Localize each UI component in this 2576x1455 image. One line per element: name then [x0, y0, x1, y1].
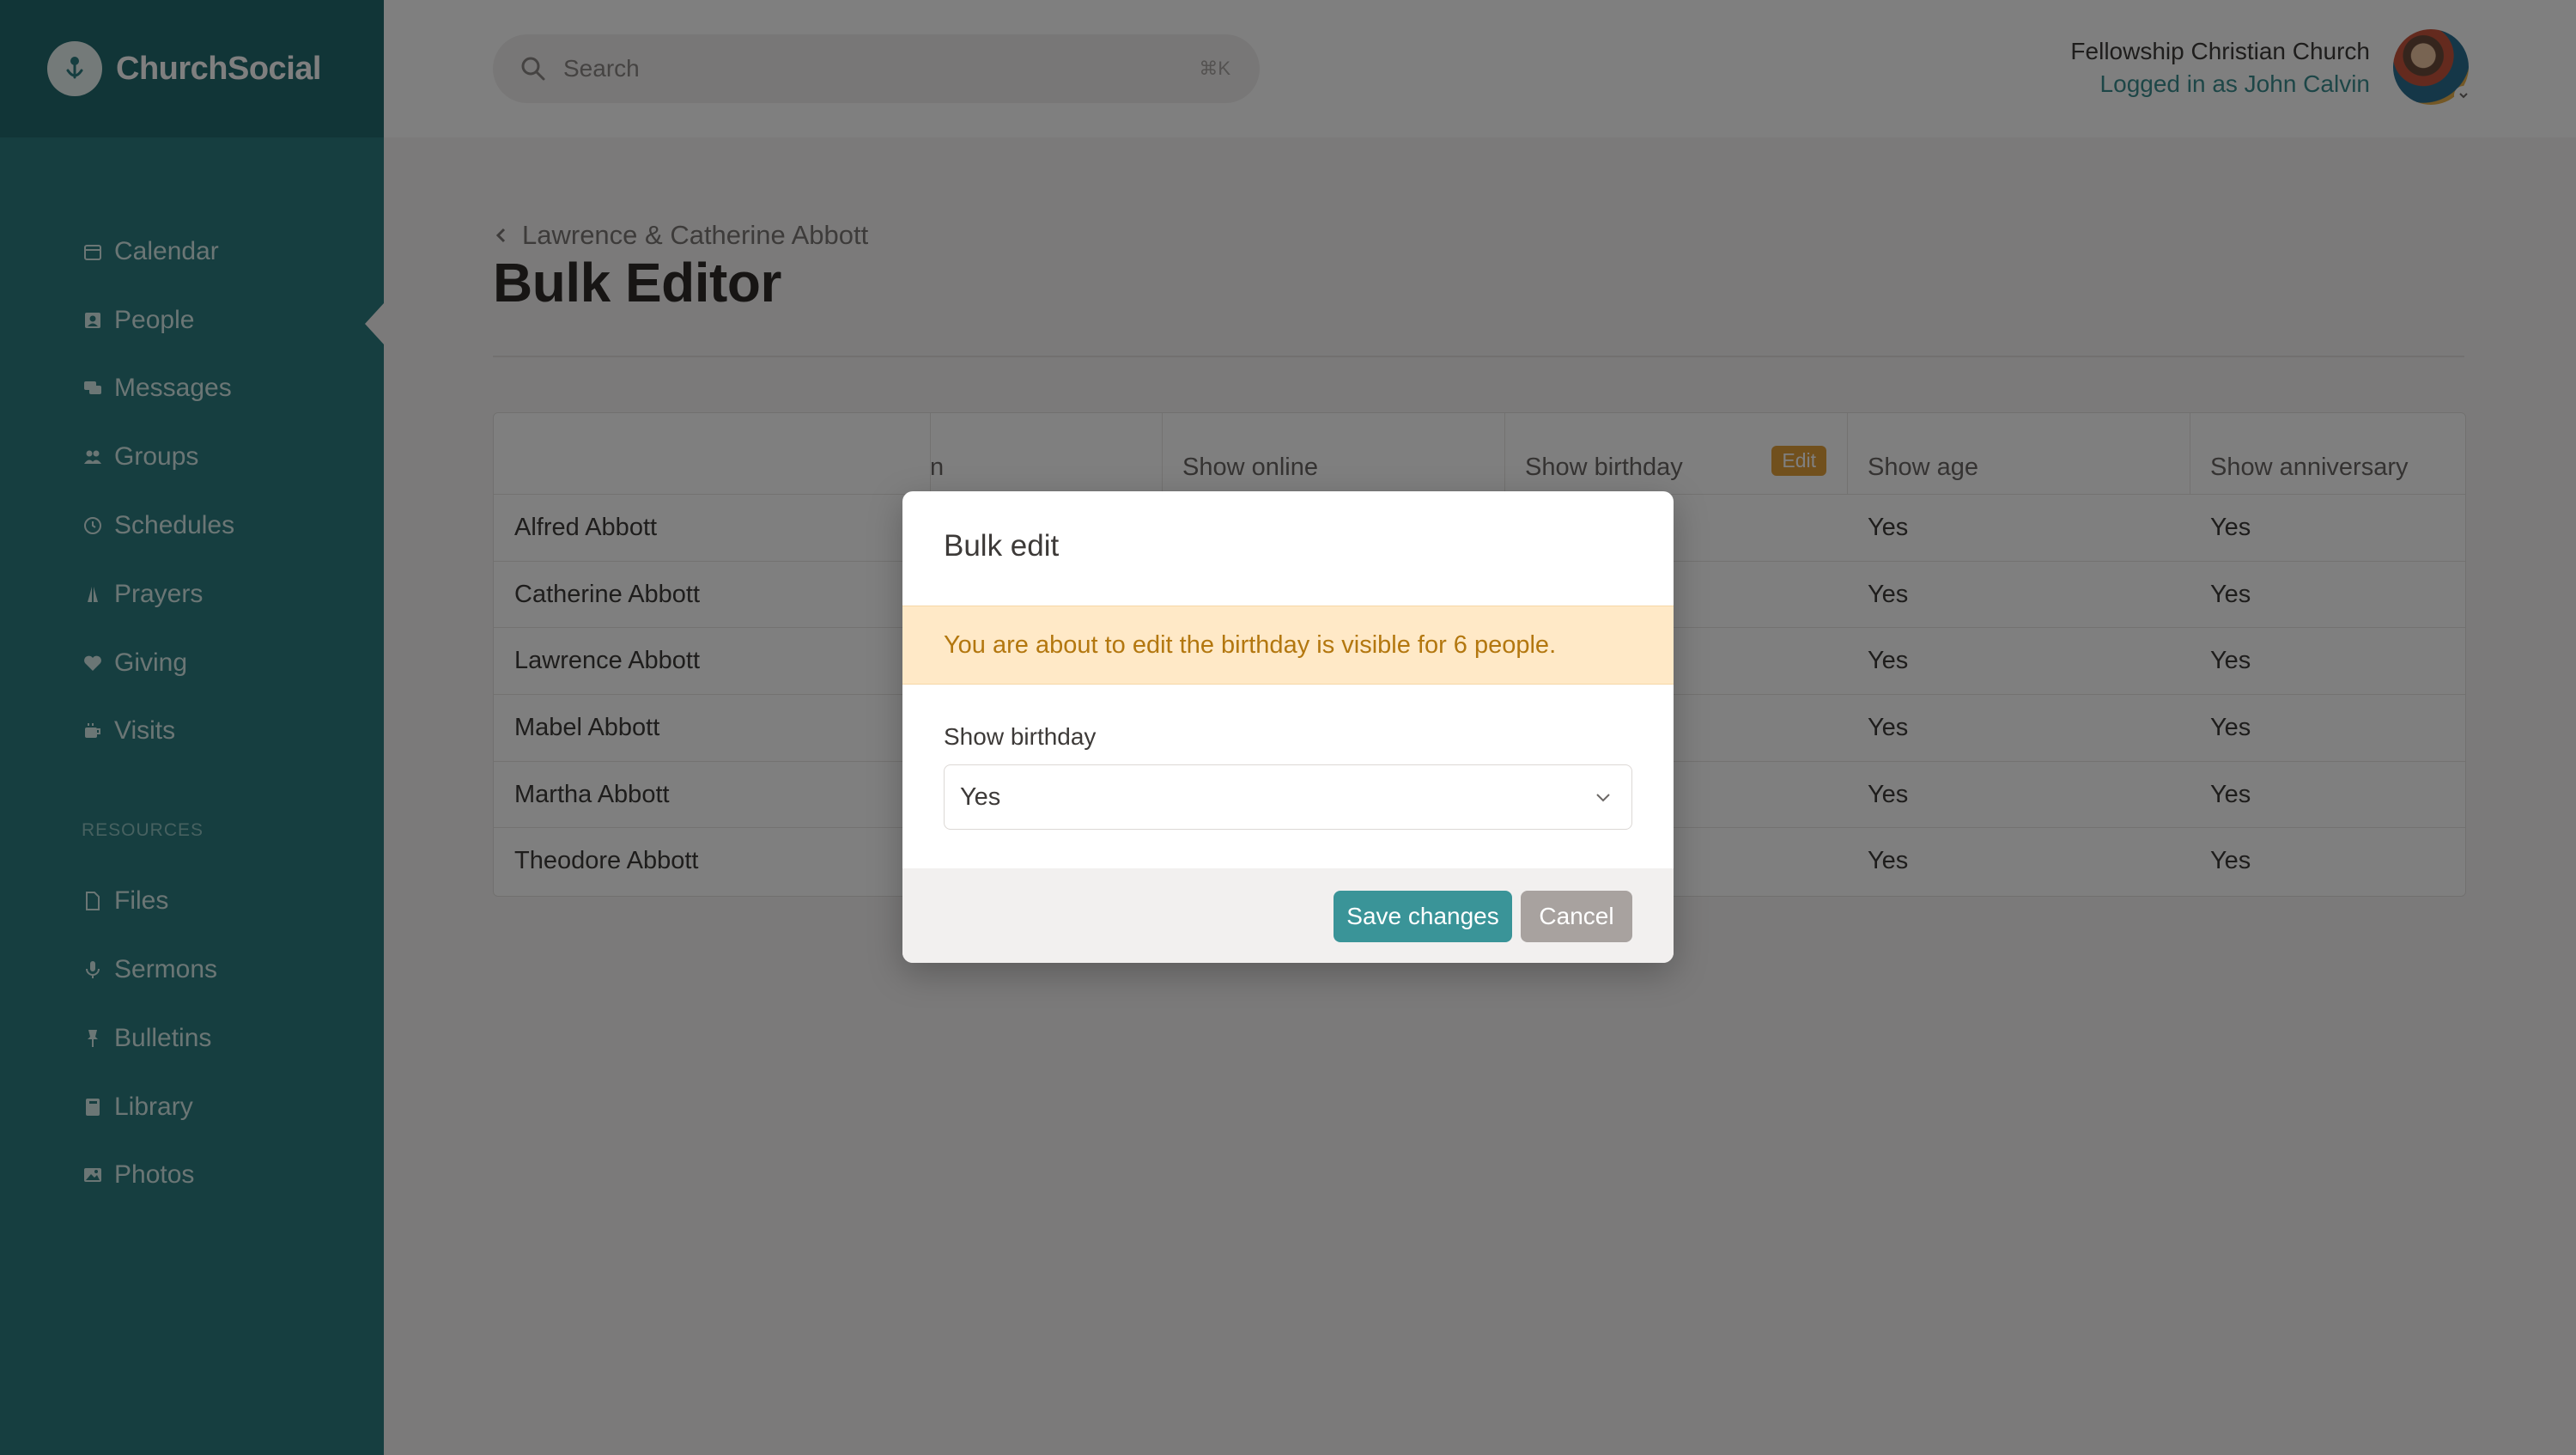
bulk-edit-dialog: Bulk edit You are about to edit the birt…	[902, 491, 1674, 963]
save-changes-button[interactable]: Save changes	[1334, 891, 1512, 942]
dialog-title: Bulk edit	[944, 529, 1060, 563]
dialog-footer: Save changes Cancel	[902, 868, 1674, 963]
show-birthday-select[interactable]: Yes	[944, 764, 1632, 830]
alert-message: You are about to edit the birthday is vi…	[944, 630, 1557, 659]
chevron-down-icon	[1592, 786, 1614, 808]
select-value: Yes	[960, 782, 1001, 811]
cancel-button[interactable]: Cancel	[1521, 891, 1632, 942]
warning-alert: You are about to edit the birthday is vi…	[902, 606, 1674, 685]
field-label: Show birthday	[944, 723, 1097, 750]
